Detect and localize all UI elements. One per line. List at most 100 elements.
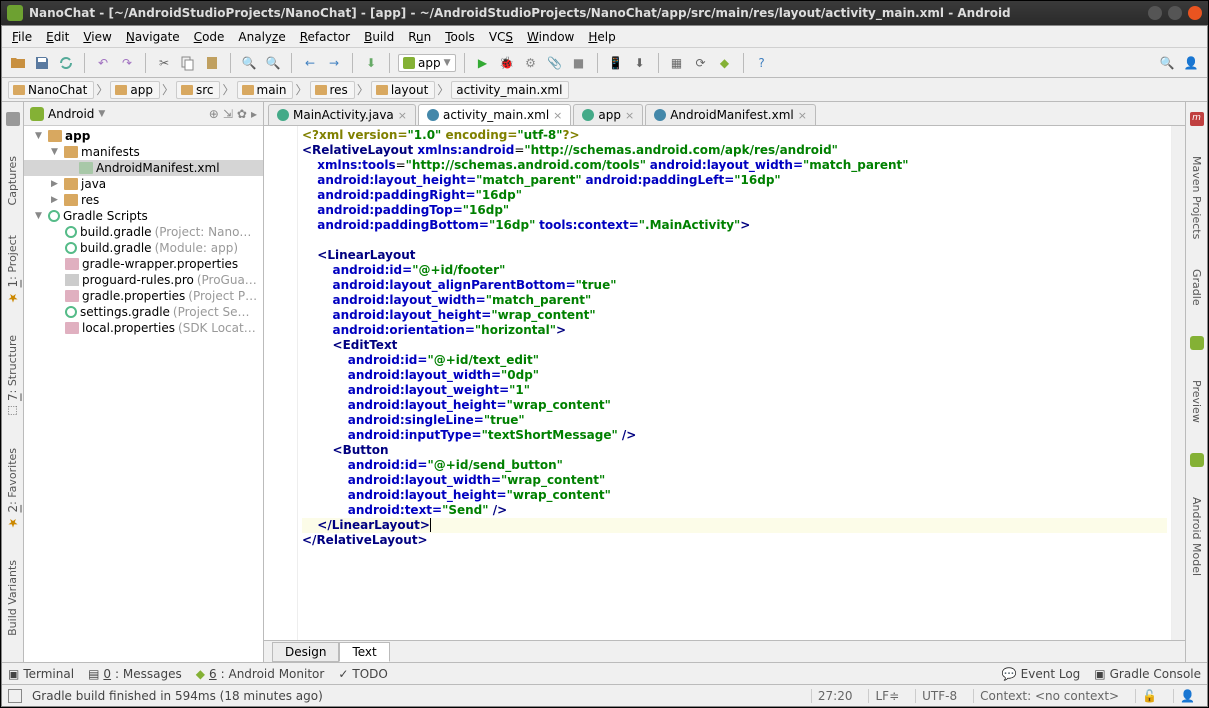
tab-mainactivity[interactable]: MainActivity.java× — [268, 104, 416, 125]
menu-code[interactable]: Code — [188, 28, 231, 46]
help-icon[interactable]: ? — [752, 53, 772, 73]
cut-icon[interactable]: ✂ — [154, 53, 174, 73]
paste-icon[interactable] — [202, 53, 222, 73]
tab-design[interactable]: Design — [272, 642, 339, 662]
search-everywhere-icon[interactable]: 🔍 — [1157, 53, 1177, 73]
tool-terminal[interactable]: ▣ Terminal — [8, 667, 74, 681]
hector-icon[interactable]: 👤 — [1173, 689, 1201, 703]
tab-app[interactable]: app× — [573, 104, 643, 125]
menu-analyze[interactable]: Analyze — [232, 28, 291, 46]
minimize-button[interactable] — [1148, 6, 1162, 20]
sync-gradle-icon[interactable]: ⟳ — [691, 53, 711, 73]
tool-structure[interactable]: ⬚ 7: Structure — [6, 335, 20, 418]
copy-icon[interactable] — [178, 53, 198, 73]
file-encoding[interactable]: UTF-8 — [915, 689, 963, 703]
close-icon[interactable]: × — [553, 109, 562, 122]
tool-preview[interactable]: Preview — [1190, 380, 1203, 423]
menu-view[interactable]: View — [77, 28, 117, 46]
close-button[interactable] — [1188, 6, 1202, 20]
stop-icon[interactable]: ■ — [569, 53, 589, 73]
project-mode[interactable]: Android — [48, 107, 94, 121]
proj-collapse-icon[interactable]: ⇲ — [223, 107, 233, 121]
captures-icon[interactable] — [6, 112, 20, 126]
close-icon[interactable]: × — [625, 109, 634, 122]
project-tree[interactable]: ▼app ▼manifests AndroidManifest.xml ▶jav… — [24, 126, 263, 662]
code-editor[interactable]: <?xml version="1.0" encoding="utf-8"?> <… — [264, 126, 1185, 640]
lock-icon[interactable]: 🔓 — [1135, 689, 1163, 703]
close-icon[interactable]: × — [398, 109, 407, 122]
tree-build-gradle-proj[interactable]: build.gradle (Project: Nano… — [24, 224, 263, 240]
proj-hide-icon[interactable]: ▸ — [251, 107, 257, 121]
open-icon[interactable] — [8, 53, 28, 73]
crumb-app[interactable]: app — [110, 81, 160, 99]
tool-todo[interactable]: ✓ TODO — [338, 667, 388, 681]
tool-project[interactable]: ★ 1: Project — [6, 235, 20, 305]
tree-proguard[interactable]: proguard-rules.pro (ProGua… — [24, 272, 263, 288]
tree-gradle-scripts[interactable]: ▼Gradle Scripts — [24, 208, 263, 224]
android-model-icon[interactable] — [1190, 453, 1204, 467]
maximize-button[interactable] — [1168, 6, 1182, 20]
save-icon[interactable] — [32, 53, 52, 73]
android-icon-2[interactable]: ◆ — [715, 53, 735, 73]
crumb-layout[interactable]: layout — [371, 81, 435, 99]
crumb-src[interactable]: src — [176, 81, 221, 99]
menu-tools[interactable]: Tools — [439, 28, 481, 46]
struct-icon[interactable]: ▦ — [667, 53, 687, 73]
menu-help[interactable]: Help — [582, 28, 621, 46]
tree-java[interactable]: ▶java — [24, 176, 263, 192]
crumb-res[interactable]: res — [310, 81, 355, 99]
crumb-main[interactable]: main — [237, 81, 294, 99]
proj-opts-icon[interactable]: ⊕ — [209, 107, 219, 121]
preview-icon[interactable] — [1190, 336, 1204, 350]
tool-event-log[interactable]: 💬 Event Log — [1002, 667, 1081, 681]
close-icon[interactable]: × — [798, 109, 807, 122]
find-icon[interactable]: 🔍 — [239, 53, 259, 73]
tool-messages[interactable]: ▤ 0: Messages — [88, 667, 182, 681]
tree-app[interactable]: ▼app — [24, 128, 263, 144]
tree-manifests[interactable]: ▼manifests — [24, 144, 263, 160]
tree-build-gradle-mod[interactable]: build.gradle (Module: app) — [24, 240, 263, 256]
menu-run[interactable]: Run — [402, 28, 437, 46]
forward-icon[interactable]: → — [324, 53, 344, 73]
profile-icon[interactable]: ⚙ — [521, 53, 541, 73]
tree-manifest-file[interactable]: AndroidManifest.xml — [24, 160, 263, 176]
tool-build-variants[interactable]: Build Variants — [6, 560, 19, 636]
menu-window[interactable]: Window — [521, 28, 580, 46]
menu-vcs[interactable]: VCS — [483, 28, 519, 46]
crumb-file[interactable]: activity_main.xml — [451, 81, 569, 99]
status-icon[interactable] — [8, 689, 22, 703]
tree-settings[interactable]: settings.gradle (Project Se… — [24, 304, 263, 320]
tool-captures[interactable]: Captures — [6, 156, 19, 205]
back-icon[interactable]: ← — [300, 53, 320, 73]
tree-local[interactable]: local.properties (SDK Locat… — [24, 320, 263, 336]
tool-maven[interactable]: Maven Projects — [1190, 156, 1203, 239]
tool-gradle[interactable]: Gradle — [1190, 269, 1203, 306]
menu-build[interactable]: Build — [358, 28, 400, 46]
tool-android-monitor[interactable]: ◆ 6: Android Monitor — [196, 667, 325, 681]
sdk-icon[interactable]: ⬇ — [630, 53, 650, 73]
tab-androidmanifest[interactable]: AndroidManifest.xml× — [645, 104, 816, 125]
proj-gear-icon[interactable]: ✿ — [237, 107, 247, 121]
sync-icon[interactable] — [56, 53, 76, 73]
replace-icon[interactable]: 🔍 — [263, 53, 283, 73]
caret-position[interactable]: 27:20 — [811, 689, 859, 703]
tree-res[interactable]: ▶res — [24, 192, 263, 208]
tab-text[interactable]: Text — [339, 642, 389, 662]
menu-refactor[interactable]: Refactor — [294, 28, 356, 46]
make-icon[interactable]: ⬇ — [361, 53, 381, 73]
run-config-selector[interactable]: app ▼ — [398, 54, 456, 72]
tool-favorites[interactable]: ★ 2: Favorites — [6, 448, 20, 530]
tool-android-model[interactable]: Android Model — [1190, 497, 1203, 576]
tab-activitymain[interactable]: activity_main.xml× — [418, 104, 571, 125]
line-separator[interactable]: LF≑ — [868, 689, 905, 703]
tool-gradle-console[interactable]: ▣ Gradle Console — [1094, 667, 1201, 681]
maven-icon[interactable]: m — [1190, 112, 1204, 126]
redo-icon[interactable]: ↷ — [117, 53, 137, 73]
menu-navigate[interactable]: Navigate — [120, 28, 186, 46]
menu-edit[interactable]: Edit — [40, 28, 75, 46]
user-icon[interactable]: 👤 — [1181, 53, 1201, 73]
debug-icon[interactable]: 🐞 — [497, 53, 517, 73]
attach-icon[interactable]: 📎 — [545, 53, 565, 73]
undo-icon[interactable]: ↶ — [93, 53, 113, 73]
tree-wrapper[interactable]: gradle-wrapper.properties — [24, 256, 263, 272]
